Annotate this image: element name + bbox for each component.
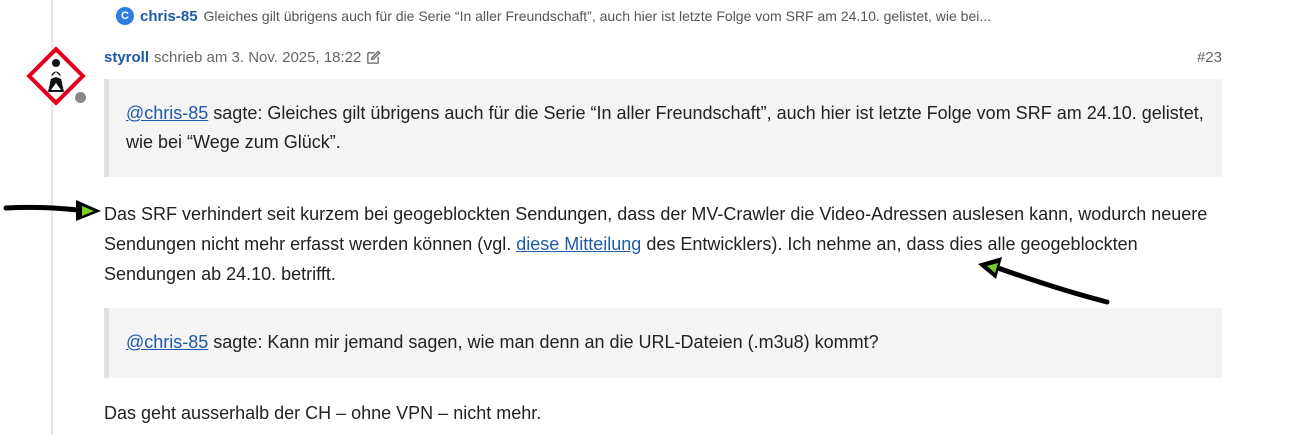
annotation-arrow-left — [3, 200, 101, 221]
annotation-overlay — [3, 200, 1110, 305]
annotation-arrow-right — [978, 257, 1110, 305]
